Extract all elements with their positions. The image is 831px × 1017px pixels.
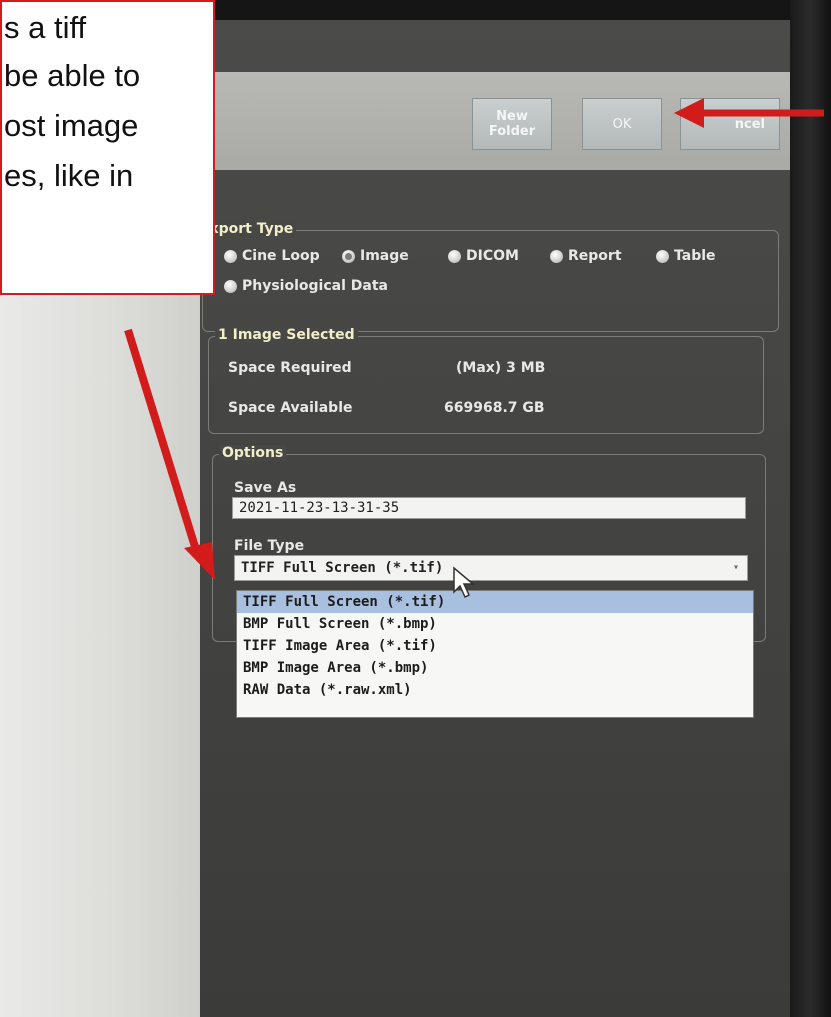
arrow-to-ok-button-icon [674, 98, 824, 128]
arrow-to-file-type-icon [124, 328, 215, 580]
annotation-arrows [124, 98, 824, 580]
